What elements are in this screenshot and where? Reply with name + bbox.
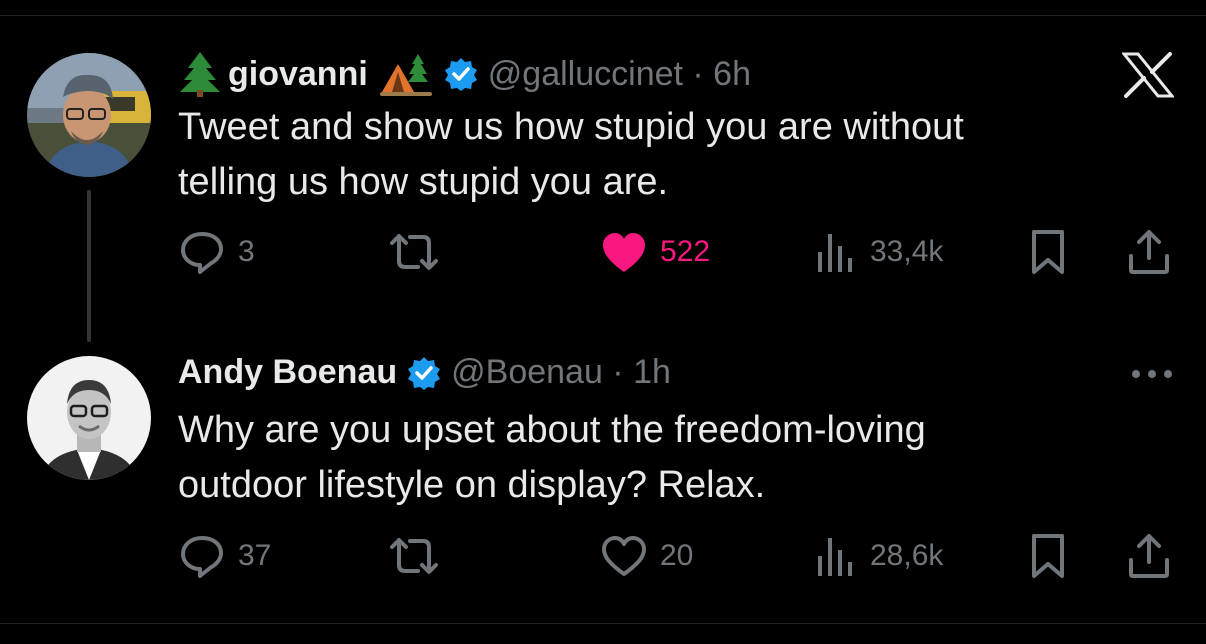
tweet-text-line: outdoor lifestyle on display? Relax. (178, 464, 766, 506)
tweet-text: Tweet and show us how stupid you are wit… (178, 100, 1138, 210)
retweet-icon (390, 538, 438, 574)
share-button[interactable] (1126, 531, 1172, 581)
tweet-header: giovanni @galluccinet · 6h (178, 50, 751, 98)
share-button[interactable] (1126, 227, 1172, 277)
display-name[interactable]: giovanni (228, 55, 368, 94)
bottom-divider (0, 623, 1206, 624)
tweet-text-line: telling us how stupid you are. (178, 161, 669, 203)
like-button[interactable]: 20 (600, 531, 693, 581)
retweet-button[interactable] (388, 227, 440, 277)
tree-emoji (178, 50, 222, 98)
display-name[interactable]: Andy Boenau (178, 353, 397, 392)
thread-connector (87, 190, 91, 342)
tent-emoji (378, 50, 434, 98)
reply-count: 3 (238, 235, 255, 268)
views-button[interactable]: 28,6k (814, 531, 943, 581)
avatar[interactable] (27, 356, 151, 480)
share-icon (1129, 534, 1169, 578)
tweet-text-line: Tweet and show us how stupid you are wit… (178, 106, 964, 148)
heart-icon (603, 233, 645, 272)
bookmark-button[interactable] (1028, 227, 1068, 277)
reply-button[interactable]: 37 (178, 531, 271, 581)
tweet-header: Andy Boenau @Boenau · 1h (178, 353, 671, 392)
views-icon (818, 538, 852, 576)
heart-icon (602, 536, 646, 576)
reply-icon (181, 232, 223, 274)
top-divider (0, 15, 1206, 16)
tweet-text-line: Why are you upset about the freedom-lovi… (178, 409, 926, 451)
share-icon (1129, 230, 1169, 274)
handle-and-time[interactable]: @Boenau · 1h (451, 353, 671, 392)
reply-button[interactable]: 3 (178, 227, 255, 277)
views-count: 33,4k (870, 235, 944, 268)
tweet-text: Why are you upset about the freedom-lovi… (178, 403, 1138, 513)
verified-badge-icon (444, 57, 478, 91)
reply-count: 37 (238, 539, 272, 572)
retweet-button[interactable] (388, 531, 440, 581)
like-count: 20 (660, 539, 694, 572)
handle-and-time[interactable]: @galluccinet · 6h (488, 55, 751, 94)
x-logo-icon[interactable] (1120, 52, 1176, 103)
like-button[interactable]: 522 (600, 227, 710, 277)
views-icon (818, 234, 852, 272)
retweet-icon (390, 234, 438, 270)
action-bar: 37 20 28,6k (178, 531, 1178, 581)
views-count: 28,6k (870, 539, 944, 572)
bookmark-icon (1032, 534, 1064, 578)
views-button[interactable]: 33,4k (814, 227, 943, 277)
avatar[interactable] (27, 53, 151, 177)
bookmark-button[interactable] (1028, 531, 1068, 581)
like-count: 522 (660, 235, 711, 268)
bookmark-icon (1032, 230, 1064, 274)
more-icon[interactable] (1130, 366, 1174, 387)
reply-icon (181, 536, 223, 578)
action-bar: 3 522 33,4k (178, 227, 1178, 277)
verified-badge-icon (407, 356, 441, 390)
